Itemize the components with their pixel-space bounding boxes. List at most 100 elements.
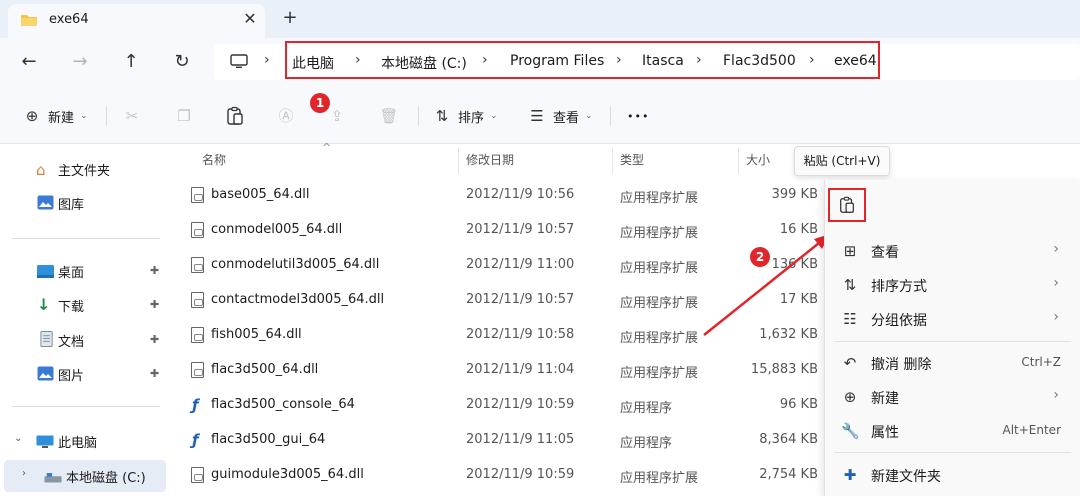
menu-item-view[interactable]: ⊞ 查看 › xyxy=(825,234,1080,268)
column-divider[interactable] xyxy=(738,148,739,174)
menu-item-new-folder[interactable]: ✚ 新建文件夹 xyxy=(825,458,1080,492)
view-icon: ☰ xyxy=(530,107,544,125)
file-size: 399 KB xyxy=(771,187,818,202)
chevron-down-icon: ⌄ xyxy=(80,111,88,121)
column-divider[interactable] xyxy=(458,148,459,174)
menu-item-shortcut: Ctrl+Z xyxy=(1021,355,1061,369)
column-header-date[interactable]: 修改日期 xyxy=(466,151,514,168)
column-header-type[interactable]: 类型 xyxy=(620,151,644,168)
chevron-right-icon: › xyxy=(1053,309,1059,325)
file-row[interactable]: flac3d500_64.dll 2012/11/9 11:04 应用程序扩展 … xyxy=(172,353,822,388)
file-size: 15,883 KB xyxy=(750,362,818,377)
sidebar-item-desktop[interactable]: 桌面 ✚ xyxy=(0,256,172,286)
sort-button[interactable]: ⇅ 排序 ⌄ xyxy=(432,104,498,128)
sort-label: 排序 xyxy=(458,110,485,126)
file-row[interactable]: ƒ flac3d500_gui_64 2012/11/9 11:05 应用程序 … xyxy=(172,423,822,458)
paste-tooltip: 粘贴 (Ctrl+V) xyxy=(794,146,890,176)
menu-item-new[interactable]: ⊕ 新建 › xyxy=(825,380,1080,414)
sidebar-item-label: 文档 xyxy=(58,335,85,350)
menu-item-label: 查看 xyxy=(871,245,899,261)
file-type: 应用程序 xyxy=(620,436,673,451)
sidebar-item-local-disk[interactable]: › 本地磁盘 (C:) xyxy=(4,460,166,492)
more-button[interactable]: ••• xyxy=(627,104,649,128)
wrench-icon: 🔧 xyxy=(841,422,860,440)
grid-icon: ⊞ xyxy=(843,242,857,260)
column-header-name[interactable]: 名称 xyxy=(202,151,226,168)
group-icon: ☷ xyxy=(843,310,857,328)
address-row: ← → ↑ ↻ › 此电脑 › 本地磁盘 (C:) › Program File… xyxy=(0,38,1080,86)
divider xyxy=(610,106,611,126)
sidebar-item-gallery[interactable]: 图库 xyxy=(0,188,172,218)
close-tab-icon[interactable]: ✕ xyxy=(240,9,260,29)
documents-icon xyxy=(40,331,53,347)
exe-file-icon: ƒ xyxy=(192,431,199,449)
chevron-down-icon[interactable]: ⌄ xyxy=(14,433,22,444)
menu-item-label: 分组依据 xyxy=(871,313,927,329)
up-button[interactable]: ↑ xyxy=(119,50,143,74)
sidebar-item-label: 本地磁盘 (C:) xyxy=(66,471,146,486)
cut-icon: ✂ xyxy=(125,107,139,125)
refresh-button[interactable]: ↻ xyxy=(170,50,194,74)
share-button[interactable]: ⇪ xyxy=(327,104,347,128)
sidebar-item-this-pc[interactable]: ⌄ 此电脑 xyxy=(0,426,172,456)
dll-file-icon xyxy=(191,222,204,238)
column-header-size[interactable]: 大小 xyxy=(746,151,770,168)
file-row[interactable]: ƒ flac3d500_console_64 2012/11/9 10:59 应… xyxy=(172,388,822,423)
computer-icon[interactable] xyxy=(230,54,248,68)
chevron-down-icon: ⌄ xyxy=(585,111,593,121)
sidebar-item-label: 图库 xyxy=(58,198,85,213)
divider xyxy=(12,238,160,239)
sort-ascending-icon: ^ xyxy=(322,141,332,154)
menu-item-properties[interactable]: 🔧 属性 Alt+Enter xyxy=(825,414,1080,448)
delete-button[interactable]: 🗑 xyxy=(379,104,399,128)
new-tab-button[interactable]: + xyxy=(280,8,300,28)
file-name: flac3d500_gui_64 xyxy=(211,432,326,447)
file-date: 2012/11/9 11:05 xyxy=(466,432,575,447)
paste-button[interactable] xyxy=(225,104,245,128)
file-row[interactable]: base005_64.dll 2012/11/9 10:56 应用程序扩展 39… xyxy=(172,178,822,213)
tab-exe64[interactable]: exe64 ✕ xyxy=(8,4,265,38)
undo-icon: ↶ xyxy=(843,354,857,372)
context-menu: ⊞ 查看 › ⇅ 排序方式 › ☷ 分组依据 › ↶ 撤消 删除 Ctrl+Z … xyxy=(824,180,1080,496)
new-button[interactable]: ⊕ 新建 ⌄ xyxy=(22,104,88,128)
file-type: 应用程序扩展 xyxy=(620,366,699,381)
step-badge-1: 1 xyxy=(310,93,330,113)
sidebar-item-home[interactable]: ⌂ 主文件夹 xyxy=(0,154,172,184)
sidebar-item-pictures[interactable]: 图片 ✚ xyxy=(0,359,172,389)
forward-button[interactable]: → xyxy=(68,50,92,74)
menu-item-sort-by[interactable]: ⇅ 排序方式 › xyxy=(825,268,1080,302)
column-divider[interactable] xyxy=(612,148,613,174)
rename-button[interactable]: Ⓐ xyxy=(276,104,296,128)
breadcrumb-separator[interactable]: › xyxy=(264,52,270,68)
sidebar-item-downloads[interactable]: ↓ 下载 ✚ xyxy=(0,290,172,320)
file-row[interactable]: guimodule3d005_64.dll 2012/11/9 10:59 应用… xyxy=(172,458,822,493)
dll-file-icon xyxy=(191,467,204,483)
dll-file-icon xyxy=(191,292,204,308)
more-icon: ••• xyxy=(627,109,650,123)
menu-item-label: 新建文件夹 xyxy=(871,469,941,485)
view-button[interactable]: ☰ 查看 ⌄ xyxy=(527,104,593,128)
divider xyxy=(106,106,107,126)
menu-item-undo-delete[interactable]: ↶ 撤消 删除 Ctrl+Z xyxy=(825,346,1080,380)
copy-button[interactable]: ❐ xyxy=(174,104,194,128)
cut-button[interactable]: ✂ xyxy=(122,104,142,128)
file-name: base005_64.dll xyxy=(211,187,310,202)
folder-icon xyxy=(21,15,37,26)
chevron-right-icon[interactable]: › xyxy=(22,468,26,479)
chevron-right-icon: › xyxy=(1053,387,1059,403)
file-name: conmodel005_64.dll xyxy=(211,222,343,237)
new-icon: ⊕ xyxy=(843,388,857,406)
file-name: flac3d500_64.dll xyxy=(211,362,319,377)
sidebar-item-documents[interactable]: 文档 ✚ xyxy=(0,325,172,355)
divider xyxy=(12,406,160,407)
divider xyxy=(418,106,419,126)
menu-item-label: 排序方式 xyxy=(871,279,927,295)
menu-item-group-by[interactable]: ☷ 分组依据 › xyxy=(825,302,1080,336)
back-button[interactable]: ← xyxy=(17,50,41,74)
file-type: 应用程序扩展 xyxy=(620,226,699,241)
file-date: 2012/11/9 11:00 xyxy=(466,257,575,272)
dll-file-icon xyxy=(191,362,204,378)
file-date: 2012/11/9 11:04 xyxy=(466,362,575,377)
command-bar: ⊕ 新建 ⌄ ✂ ❐ Ⓐ ⇪ 1 🗑 ⇅ 排序 ⌄ ☰ 查看 ⌄ ••• xyxy=(0,86,1080,144)
divider xyxy=(835,341,1071,342)
